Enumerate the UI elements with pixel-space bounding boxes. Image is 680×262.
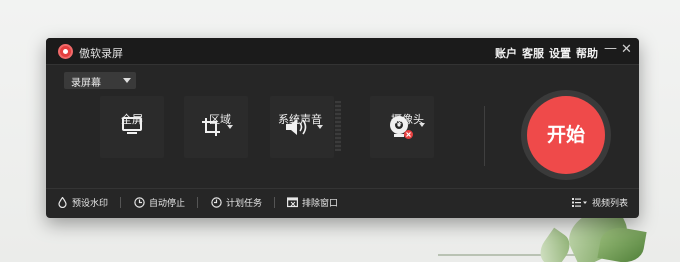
auto-stop-clock-icon <box>134 197 145 208</box>
recorder-window: 傲软录屏 账户 客服 设置 帮助 — ✕ 录屏幕 全屏 区域 系统声音 摄像头 … <box>46 38 639 218</box>
bottom-separator <box>197 197 198 208</box>
fullscreen-label: 全屏 <box>121 113 143 126</box>
minimize-button[interactable]: — <box>604 42 617 56</box>
scheduled-task-button[interactable]: 计划任务 <box>211 196 262 209</box>
region-label: 区域 <box>209 113 231 126</box>
volume-meter <box>335 101 341 151</box>
menu-settings[interactable]: 设置 <box>549 45 571 61</box>
video-list-button[interactable]: 视频列表 <box>572 196 628 209</box>
disabled-badge-icon <box>404 130 413 139</box>
menu-account[interactable]: 账户 <box>495 45 517 61</box>
close-button[interactable]: ✕ <box>621 43 632 57</box>
fullscreen-tool[interactable]: 全屏 <box>100 38 164 188</box>
system-sound-label: 系统声音 <box>278 113 322 126</box>
preset-watermark-button[interactable]: 预设水印 <box>57 196 108 209</box>
video-list-label: 视频列表 <box>592 199 629 209</box>
record-mode-value: 录屏幕 <box>71 78 101 89</box>
exclude-window-label: 排除窗口 <box>302 199 339 209</box>
schedule-clock-icon <box>211 197 222 208</box>
preset-watermark-label: 预设水印 <box>72 199 109 209</box>
app-logo-icon <box>58 44 73 59</box>
exclude-window-button[interactable]: 排除窗口 <box>287 196 338 209</box>
exclude-window-icon <box>287 197 298 208</box>
webcam-tool[interactable]: 摄像头 <box>370 38 440 188</box>
system-sound-tool[interactable]: 系统声音 <box>270 38 334 188</box>
watermark-drop-icon <box>58 197 67 208</box>
start-record-button[interactable]: 开始 <box>527 96 605 174</box>
toolbar-divider <box>484 106 485 166</box>
auto-stop-button[interactable]: 自动停止 <box>134 196 185 209</box>
scheduled-task-label: 计划任务 <box>226 199 263 209</box>
webcam-label: 摄像头 <box>391 113 424 126</box>
bottom-divider <box>46 188 639 189</box>
auto-stop-label: 自动停止 <box>149 199 186 209</box>
region-tool[interactable]: 区域 <box>184 38 248 188</box>
bottom-separator <box>274 197 275 208</box>
bottom-separator <box>120 197 121 208</box>
menu-help[interactable]: 帮助 <box>576 45 598 61</box>
list-icon <box>572 198 587 207</box>
menu-support[interactable]: 客服 <box>522 45 544 61</box>
